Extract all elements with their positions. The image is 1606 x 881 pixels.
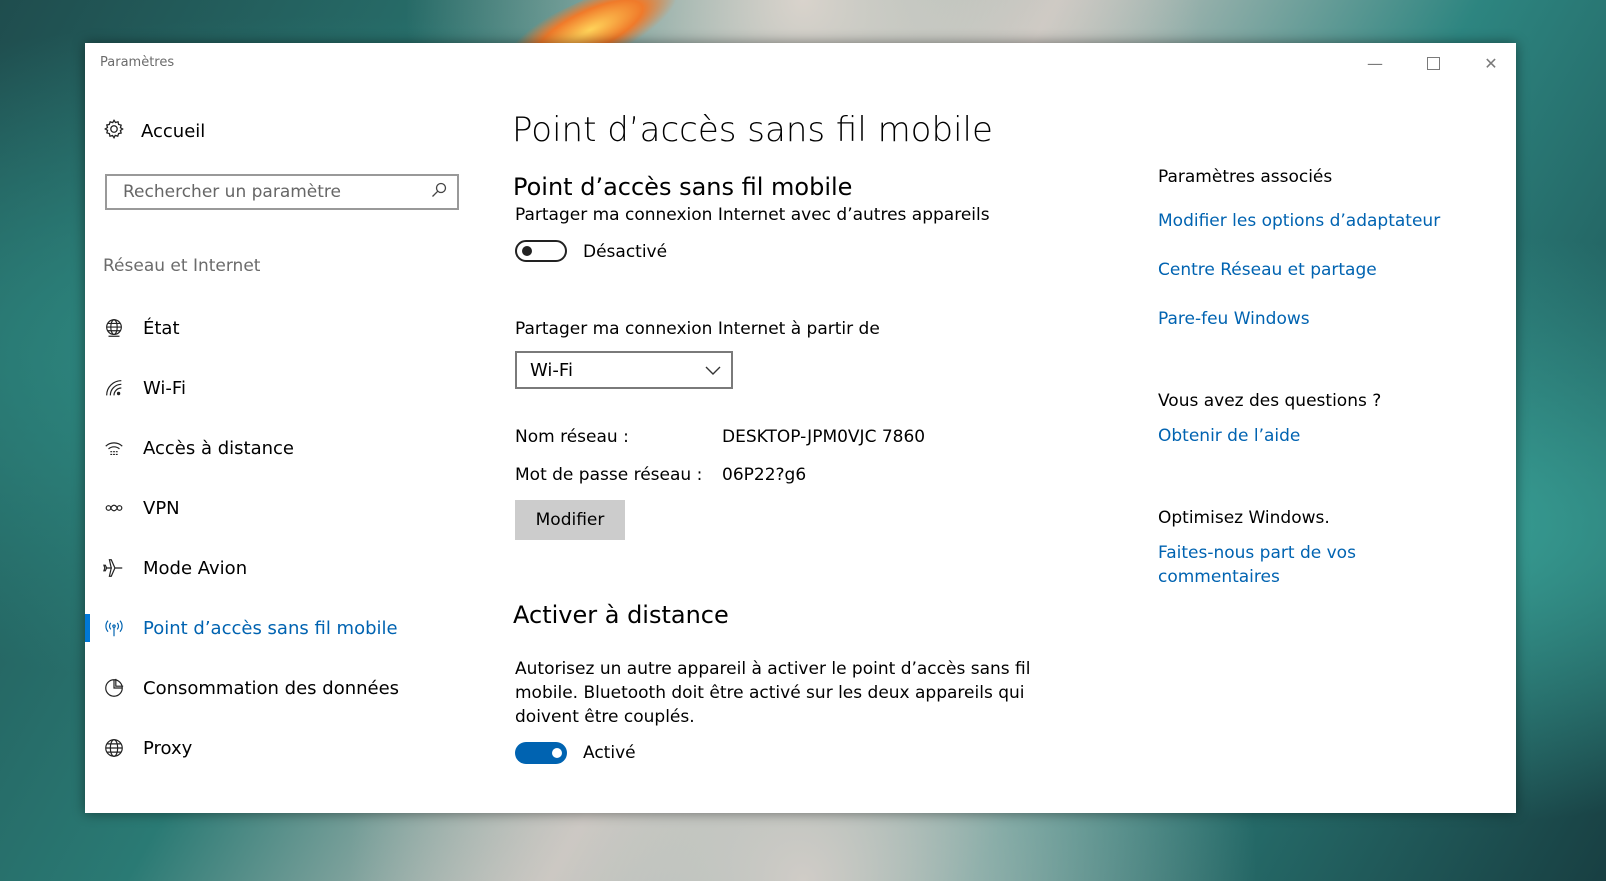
sidebar-item-vpn[interactable]: VPN <box>85 478 505 538</box>
help-link[interactable]: Obtenir de l’aide <box>1158 424 1300 448</box>
share-label: Partager ma connexion Internet avec d’au… <box>515 205 990 225</box>
search-icon[interactable] <box>431 182 447 202</box>
vpn-icon <box>103 497 125 519</box>
remote-toggle[interactable] <box>515 742 567 764</box>
toggle-knob <box>522 246 532 256</box>
sidebar-nav: État Wi-Fi Accès à distance VPN Mode Avi… <box>85 298 505 778</box>
related-heading: Paramètres associés <box>1158 167 1333 187</box>
questions-heading: Vous avez des questions ? <box>1158 391 1382 411</box>
wifi-icon <box>103 377 125 399</box>
sidebar-item-proxy[interactable]: Proxy <box>85 718 505 778</box>
sidebar-item-etat[interactable]: État <box>85 298 505 358</box>
network-name-value: DESKTOP-JPM0VJC 7860 <box>722 427 926 447</box>
home-nav-item[interactable]: Accueil <box>103 118 205 145</box>
remote-toggle-state: Activé <box>583 743 636 763</box>
minimize-icon: — <box>1367 53 1383 73</box>
sidebar-item-point-acces[interactable]: Point d’accès sans fil mobile <box>85 598 505 658</box>
sidebar-item-label: Point d’accès sans fil mobile <box>143 617 398 639</box>
sidebar-item-consommation[interactable]: Consommation des données <box>85 658 505 718</box>
hotspot-toggle-state: Désactivé <box>583 242 668 262</box>
section-label: Réseau et Internet <box>103 256 261 276</box>
home-label: Accueil <box>141 121 206 142</box>
globe-network-icon <box>103 317 125 339</box>
page-title: Point d’accès sans fil mobile <box>512 110 993 150</box>
hotspot-toggle[interactable] <box>515 240 567 262</box>
maximize-button[interactable] <box>1410 49 1456 77</box>
search-box[interactable] <box>105 174 459 210</box>
close-button[interactable]: ✕ <box>1468 49 1514 77</box>
adapter-options-link[interactable]: Modifier les options d’adaptateur <box>1158 209 1440 233</box>
close-icon: ✕ <box>1484 53 1498 73</box>
sidebar-item-acces-distance[interactable]: Accès à distance <box>85 418 505 478</box>
sidebar-item-mode-avion[interactable]: Mode Avion <box>85 538 505 598</box>
feedback-link[interactable]: Faites-nous part de vos commentaires <box>1158 541 1388 589</box>
pie-chart-icon <box>103 677 125 699</box>
window-title: Paramètres <box>100 55 175 70</box>
share-from-label: Partager ma connexion Internet à partir … <box>515 319 880 339</box>
hotspot-heading: Point d’accès sans fil mobile <box>513 173 853 201</box>
minimize-button[interactable]: — <box>1352 49 1398 77</box>
network-center-link[interactable]: Centre Réseau et partage <box>1158 258 1377 282</box>
title-bar: Paramètres — ✕ <box>85 43 1516 83</box>
sidebar-item-label: Accès à distance <box>143 437 294 459</box>
sidebar-item-label: Mode Avion <box>143 557 248 579</box>
network-name-label: Nom réseau : <box>515 427 629 447</box>
remote-description: Autorisez un autre appareil à activer le… <box>515 659 1031 727</box>
firewall-link[interactable]: Pare-feu Windows <box>1158 307 1310 331</box>
sidebar-item-label: Wi-Fi <box>143 377 186 399</box>
chevron-down-icon <box>705 360 721 381</box>
sidebar-item-label: Proxy <box>143 737 193 759</box>
password-value: 06P22?g6 <box>722 465 807 485</box>
share-from-value: Wi-Fi <box>530 359 573 381</box>
maximize-icon <box>1426 56 1440 70</box>
share-from-dropdown[interactable]: Wi-Fi <box>515 351 733 389</box>
toggle-knob <box>552 748 562 758</box>
password-label: Mot de passe réseau : <box>515 465 703 485</box>
remote-heading: Activer à distance <box>513 601 729 629</box>
gear-icon <box>103 118 125 145</box>
sidebar-item-label: Consommation des données <box>143 677 400 699</box>
improve-heading: Optimisez Windows. <box>1158 508 1330 528</box>
settings-window: Paramètres — ✕ Accueil Réseau et Interne… <box>85 43 1516 813</box>
search-input[interactable] <box>121 181 431 203</box>
sidebar-item-wifi[interactable]: Wi-Fi <box>85 358 505 418</box>
sidebar-item-label: État <box>143 317 180 339</box>
dialup-icon <box>103 437 125 459</box>
edit-button[interactable]: Modifier <box>515 500 625 540</box>
sidebar-item-label: VPN <box>143 497 180 519</box>
airplane-icon <box>103 557 125 579</box>
hotspot-icon <box>103 617 125 639</box>
globe-icon <box>103 737 125 759</box>
